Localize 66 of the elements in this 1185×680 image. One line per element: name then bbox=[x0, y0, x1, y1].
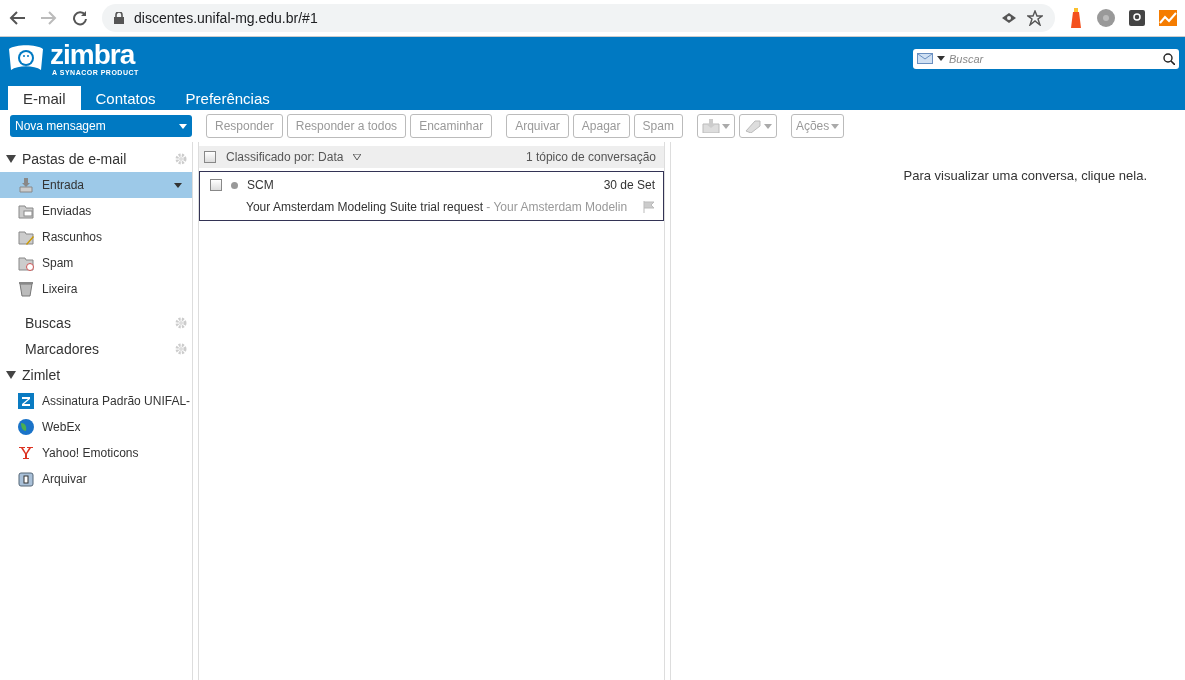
select-all-checkbox[interactable] bbox=[204, 151, 216, 163]
forward-icon[interactable] bbox=[40, 10, 58, 26]
letter-z-icon bbox=[18, 393, 34, 409]
preview: - Your Amsterdam Modelin bbox=[485, 200, 629, 214]
search-bar[interactable]: Buscar bbox=[913, 48, 1179, 69]
reload-icon[interactable] bbox=[72, 10, 88, 26]
archive-icon bbox=[18, 471, 34, 487]
search-icon[interactable] bbox=[1163, 52, 1175, 65]
tag-button[interactable] bbox=[738, 114, 777, 138]
chart-icon[interactable] bbox=[1159, 10, 1177, 26]
caret-icon bbox=[721, 123, 730, 129]
section-heading[interactable]: Marcadores bbox=[25, 341, 175, 357]
section-heading[interactable]: Zimlet bbox=[22, 367, 187, 383]
conversation-count: 1 tópico de conversação bbox=[525, 150, 656, 164]
flag-icon[interactable] bbox=[643, 201, 655, 213]
folder-item[interactable]: Lixeira bbox=[0, 276, 192, 302]
tab[interactable]: Preferências bbox=[170, 86, 285, 110]
globe-icon bbox=[18, 419, 34, 435]
expand-icon[interactable] bbox=[6, 155, 16, 163]
reading-pane-hint: Para visualizar uma conversa, clique nela. bbox=[903, 168, 1147, 185]
back-icon[interactable] bbox=[8, 10, 26, 26]
folder-item[interactable]: Rascunhos bbox=[0, 224, 192, 250]
extension-icon[interactable] bbox=[1097, 9, 1115, 27]
bulb-icon[interactable] bbox=[1129, 10, 1145, 26]
caret-icon[interactable] bbox=[174, 182, 182, 188]
sort-label[interactable]: Classificado por: Data bbox=[226, 150, 344, 164]
folder-icon bbox=[18, 229, 34, 245]
inbox-icon bbox=[18, 177, 34, 193]
logo-icon bbox=[6, 44, 46, 73]
date: 30 de Set bbox=[603, 178, 655, 192]
caret-icon[interactable] bbox=[937, 56, 945, 61]
section-heading[interactable]: Pastas de e-mail bbox=[22, 151, 175, 167]
expand-icon[interactable] bbox=[6, 371, 16, 379]
logo-text: zimbra bbox=[50, 41, 136, 69]
folder-icon bbox=[701, 119, 720, 133]
zimlet-item[interactable]: Yahoo! Emoticons bbox=[0, 440, 192, 466]
zimlet-item[interactable]: Assinatura Padrão UNIFAL- bbox=[0, 388, 192, 414]
folder-item[interactable]: Spam bbox=[0, 250, 192, 276]
subject: Your Amsterdam Modeling Suite trial request bbox=[246, 200, 483, 214]
tag-icon bbox=[743, 119, 762, 133]
eye-icon[interactable] bbox=[1001, 12, 1017, 24]
caret-icon bbox=[763, 123, 772, 129]
folder-icon bbox=[18, 255, 34, 271]
sort-icon[interactable] bbox=[353, 154, 362, 160]
folder-icon bbox=[18, 203, 34, 219]
move-button[interactable] bbox=[696, 114, 735, 138]
tab[interactable]: Contatos bbox=[80, 86, 171, 110]
letter-y-icon bbox=[18, 445, 34, 461]
caret-icon bbox=[831, 123, 840, 129]
url-text: discentes.unifal-mg.edu.br/#1 bbox=[134, 10, 319, 26]
read-status-dot[interactable] bbox=[231, 181, 238, 189]
trash-icon bbox=[18, 281, 34, 297]
star-icon[interactable] bbox=[1027, 10, 1043, 26]
lighthouse-icon[interactable] bbox=[1069, 8, 1083, 28]
section-heading[interactable]: Buscas bbox=[25, 315, 175, 331]
zimlet-item[interactable]: Arquivar bbox=[0, 466, 192, 492]
tab[interactable]: E-mail bbox=[8, 86, 81, 110]
address-bar[interactable]: discentes.unifal-mg.edu.br/#1 bbox=[102, 4, 1055, 32]
lock-icon bbox=[114, 12, 124, 24]
message-row[interactable]: SCM 30 de Set Your Amsterdam Modeling Suite trial request - Your Amsterdam Modelin bbox=[199, 171, 664, 221]
zimlet-item[interactable]: WebEx bbox=[0, 414, 192, 440]
row-checkbox[interactable] bbox=[210, 179, 222, 191]
sender: SCM bbox=[247, 178, 274, 192]
new-message-button[interactable]: Nova mensagem bbox=[10, 115, 192, 137]
folder-item[interactable]: Entrada bbox=[0, 172, 192, 198]
folder-item[interactable]: Enviadas bbox=[0, 198, 192, 224]
